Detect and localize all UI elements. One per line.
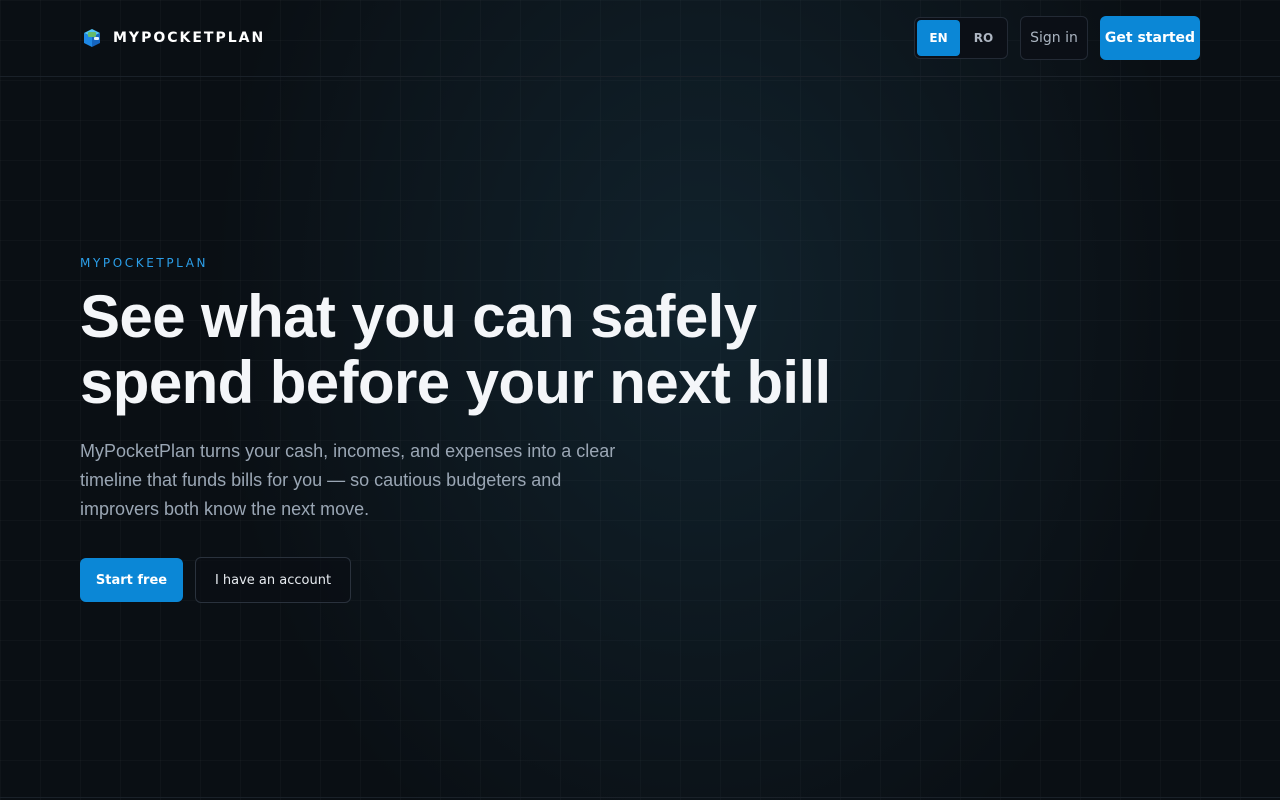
- hero-headline-line: spend before your next bill: [80, 349, 831, 416]
- sign-in-button[interactable]: Sign in: [1020, 16, 1088, 60]
- hero-subtext-line: improvers both know the next move.: [80, 499, 370, 519]
- section-divider: [0, 797, 1280, 798]
- hero-headline-line: See what you can safely: [80, 283, 757, 350]
- start-free-button[interactable]: Start free: [80, 558, 183, 602]
- hero-eyebrow: MYPOCKETPLAN: [80, 256, 209, 270]
- hero-subtext-line: timeline that funds bills for you — so c…: [80, 470, 562, 490]
- hero-subtext: MyPocketPlan turns your cash, incomes, a…: [80, 437, 680, 524]
- lang-en-button[interactable]: EN: [917, 20, 960, 56]
- lang-ro-button[interactable]: RO: [962, 20, 1005, 56]
- hero-headline: See what you can safely spend before you…: [80, 284, 880, 416]
- brand[interactable]: MYPOCKETPLAN: [81, 27, 265, 49]
- language-switcher: EN RO: [914, 17, 1008, 59]
- site-header: MYPOCKETPLAN EN RO Sign in Get started: [0, 0, 1280, 77]
- hero-subtext-line: MyPocketPlan turns your cash, incomes, a…: [80, 441, 616, 461]
- brand-name: MYPOCKETPLAN: [113, 30, 266, 46]
- have-account-button[interactable]: I have an account: [195, 557, 351, 603]
- get-started-button[interactable]: Get started: [1100, 16, 1200, 60]
- wallet-cube-icon: [84, 29, 100, 47]
